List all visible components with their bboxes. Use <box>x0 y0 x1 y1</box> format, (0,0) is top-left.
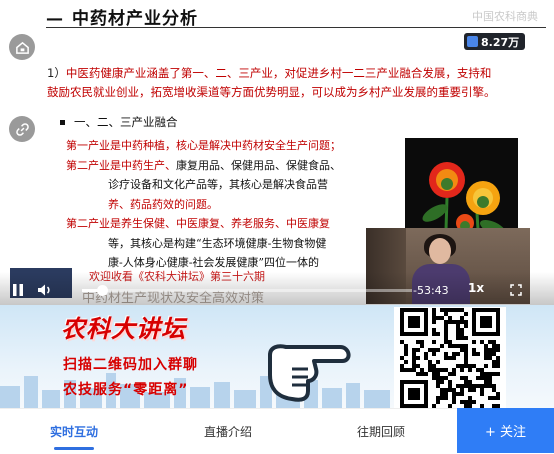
body-line: 诊疗设备和文化产品等，其核心是解决食品营 <box>108 178 328 191</box>
banner-service-text: 农技服务“零距离” <box>63 382 189 398</box>
banner-scan-text: 扫描二维码加入群聊 <box>63 357 198 373</box>
title-underline <box>46 27 546 28</box>
brand-watermark: 中国农科商典 <box>472 10 538 23</box>
home-icon <box>15 41 29 54</box>
live-video-player[interactable]: — 中药材产业分析 中国农科商典 8.27万 1）中医药健康产业涵盖了第一、二、三… <box>0 0 554 305</box>
body-line: 养、药品药效的问题。 <box>108 197 218 211</box>
follow-button[interactable]: + 关注 <box>457 408 554 453</box>
share-link-button[interactable] <box>9 116 35 142</box>
section-bullet: 一、二、三产业融合 <box>60 114 178 130</box>
intro-paragraph: 1）中医药健康产业涵盖了第一、二、三产业，对促进乡村一二三产业融合发展，支持和鼓… <box>47 66 496 99</box>
home-button[interactable] <box>9 34 35 60</box>
playback-speed-button[interactable]: 1x <box>468 281 484 295</box>
pointing-hand-icon <box>268 344 351 402</box>
time-remaining: -53:43 <box>413 284 449 297</box>
body-line: 第二产业是养生保健、中医康复、养老服务、中医康复 <box>66 217 330 230</box>
body-line: 等，其核心是构建“生态环境健康-生物食物健 <box>108 236 327 250</box>
qr-code[interactable] <box>394 307 506 408</box>
active-tab-indicator <box>54 447 94 450</box>
progress-bar[interactable] <box>82 285 412 296</box>
viewers-icon <box>467 36 478 47</box>
banner-title: 农科大讲坛 <box>61 315 186 343</box>
tab-past-replays[interactable]: 往期回顾 <box>331 409 431 454</box>
body-line: 第一产业是中药种植，核心是解决中药材安全生产问题； <box>66 139 341 152</box>
view-count-badge: 8.27万 <box>464 33 526 50</box>
body-line: 第二产业是中药生产、康复用品、保健用品、保健食品、 <box>66 158 341 172</box>
volume-icon[interactable] <box>37 283 53 297</box>
slide-body: 第一产业是中药种植，核心是解决中药材安全生产问题； 第二产业是中药生产、康复用品… <box>66 136 366 273</box>
presenter-avatar <box>429 238 451 264</box>
tab-live-intro[interactable]: 直播介绍 <box>178 409 278 454</box>
progress-handle[interactable] <box>96 285 108 296</box>
slide-title: — 中药材产业分析 <box>46 9 198 29</box>
fullscreen-icon[interactable] <box>510 284 522 296</box>
pause-icon[interactable] <box>11 283 25 297</box>
link-icon <box>15 122 29 136</box>
